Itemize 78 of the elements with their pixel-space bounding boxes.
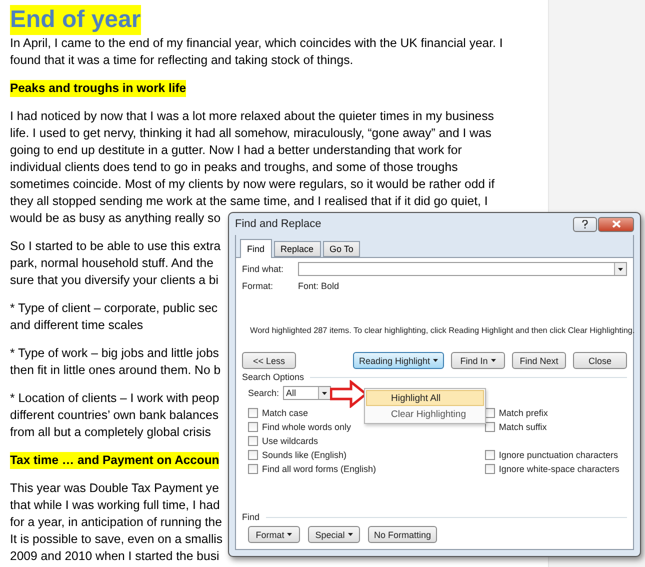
body-text: sometimes coincide. Most of my clients by now were regulars, so it would be rather odd if (10, 176, 495, 193)
checkbox[interactable] (248, 422, 258, 432)
checkbox[interactable] (248, 464, 258, 474)
body-text: from all but a completely global crisis (10, 424, 211, 441)
group-title: Search Options (242, 372, 304, 382)
body-text: for a year, in anticipation of running the (10, 514, 222, 531)
option-label: Find whole words only (262, 422, 352, 432)
caret-icon (618, 268, 623, 270)
checkbox[interactable] (248, 408, 258, 418)
checkbox[interactable] (248, 450, 258, 460)
body-text: then fit in little ones around them. No b (10, 362, 221, 379)
body-text: * Location of clients – I work with peop (10, 390, 220, 407)
help-button[interactable] (573, 216, 597, 232)
menu-item[interactable]: Clear Highlighting (366, 406, 484, 422)
body-text: This year was Double Tax Payment ye (10, 480, 219, 497)
dialog-button[interactable]: Find In (451, 352, 505, 369)
dialog-button[interactable]: Close (573, 352, 627, 369)
body-text: park, normal household stuff. And the (10, 255, 214, 272)
dialog-button[interactable]: << Less (242, 352, 296, 369)
body-text: and different time scales (10, 317, 144, 334)
option-label: Ignore white-space characters (498, 464, 620, 474)
checkbox[interactable] (484, 464, 495, 474)
body-text: sure that you diversify your clients a bi (10, 272, 218, 289)
body-text: 2009 and 2010 when I started the busi (10, 548, 220, 565)
body-text: they all stopped sending me work at the same time, and I realised that if it did go quiet, I (10, 193, 488, 210)
body-text: that while I was working full time, I had (10, 497, 220, 514)
option-label: Match prefix (498, 408, 548, 418)
status-message: Word highlighted 287 items. To clear highlighting, click Reading Highlight and then click Clear Highlighting. (250, 325, 635, 336)
group-title: Find (242, 512, 260, 522)
section-heading: Peaks and troughs in work life (10, 80, 186, 97)
body-text: individual clients does tend to go in peaks and troughs, and some of those troughs (10, 159, 458, 176)
close-button[interactable] (598, 216, 634, 232)
caret-icon (433, 359, 438, 362)
document-title: End of year (10, 5, 141, 35)
search-select[interactable]: All (283, 386, 332, 400)
checkbox[interactable] (484, 450, 495, 460)
body-text: different countries’ own bank balances (10, 407, 218, 424)
format-value: Font: Bold (298, 281, 340, 291)
option-label: Find all word forms (English) (262, 464, 376, 474)
body-text: It is possible to save, even on a smallis (10, 531, 223, 548)
dialog-tab[interactable]: Find (240, 239, 272, 258)
option-label: Use wildcards (262, 436, 318, 446)
body-text: In April, I came to the end of my financial year, which coincides with the UK financial year. I (10, 35, 503, 52)
field-label: Find what: (242, 264, 285, 274)
body-text: So I started to be able to use this extra (10, 238, 221, 255)
caret-icon (490, 359, 496, 362)
dialog-title: Find and Replace (235, 218, 322, 230)
dialog-button[interactable]: Special (308, 526, 360, 543)
checkbox[interactable] (484, 422, 495, 432)
body-text: * Type of work – big jobs and little jobs (10, 345, 219, 362)
caret-icon (287, 533, 292, 536)
field-label: Format: (242, 281, 274, 291)
body-text: going to end up destitute in a gutter. Now I had a better understanding that work for (10, 142, 462, 159)
field-label: Search: (248, 388, 280, 398)
body-text: found that it was a time for reflecting and taking stock of things. (10, 52, 354, 69)
dialog-button[interactable]: No Formatting (368, 526, 438, 543)
dialog-tab[interactable]: Go To (322, 241, 360, 257)
body-text: * Type of client – corporate, public sec (10, 300, 218, 317)
dialog-button[interactable]: Find Next (512, 352, 566, 369)
checkbox[interactable] (248, 436, 258, 446)
body-text: life. I used to get nervy, thinking it had all somehow, miraculously, “gone away” and I was (10, 125, 492, 142)
dialog-button[interactable]: Reading Highlight (352, 352, 444, 369)
section-heading: Tax time … and Payment on Accoun (10, 452, 220, 469)
menu-item[interactable]: Highlight All (366, 390, 484, 406)
close-icon (612, 220, 620, 228)
help-icon (582, 220, 588, 228)
option-label: Ignore punctuation characters (498, 450, 618, 460)
body-text: would be as busy as anything really so (10, 210, 221, 227)
option-label: Sounds like (English) (262, 450, 347, 460)
dropdown-button[interactable] (614, 263, 626, 275)
option-label: Match case (262, 408, 308, 418)
dialog-tab[interactable]: Replace (274, 241, 321, 257)
body-text: I had noticed by now that I was a lot more relaxed about the quieter times in my business (10, 108, 494, 125)
option-label: Match suffix (498, 422, 547, 432)
find-what-field[interactable] (298, 262, 627, 276)
caret-icon (322, 392, 328, 394)
dialog-button[interactable]: Format (248, 526, 300, 543)
caret-icon (348, 533, 353, 536)
